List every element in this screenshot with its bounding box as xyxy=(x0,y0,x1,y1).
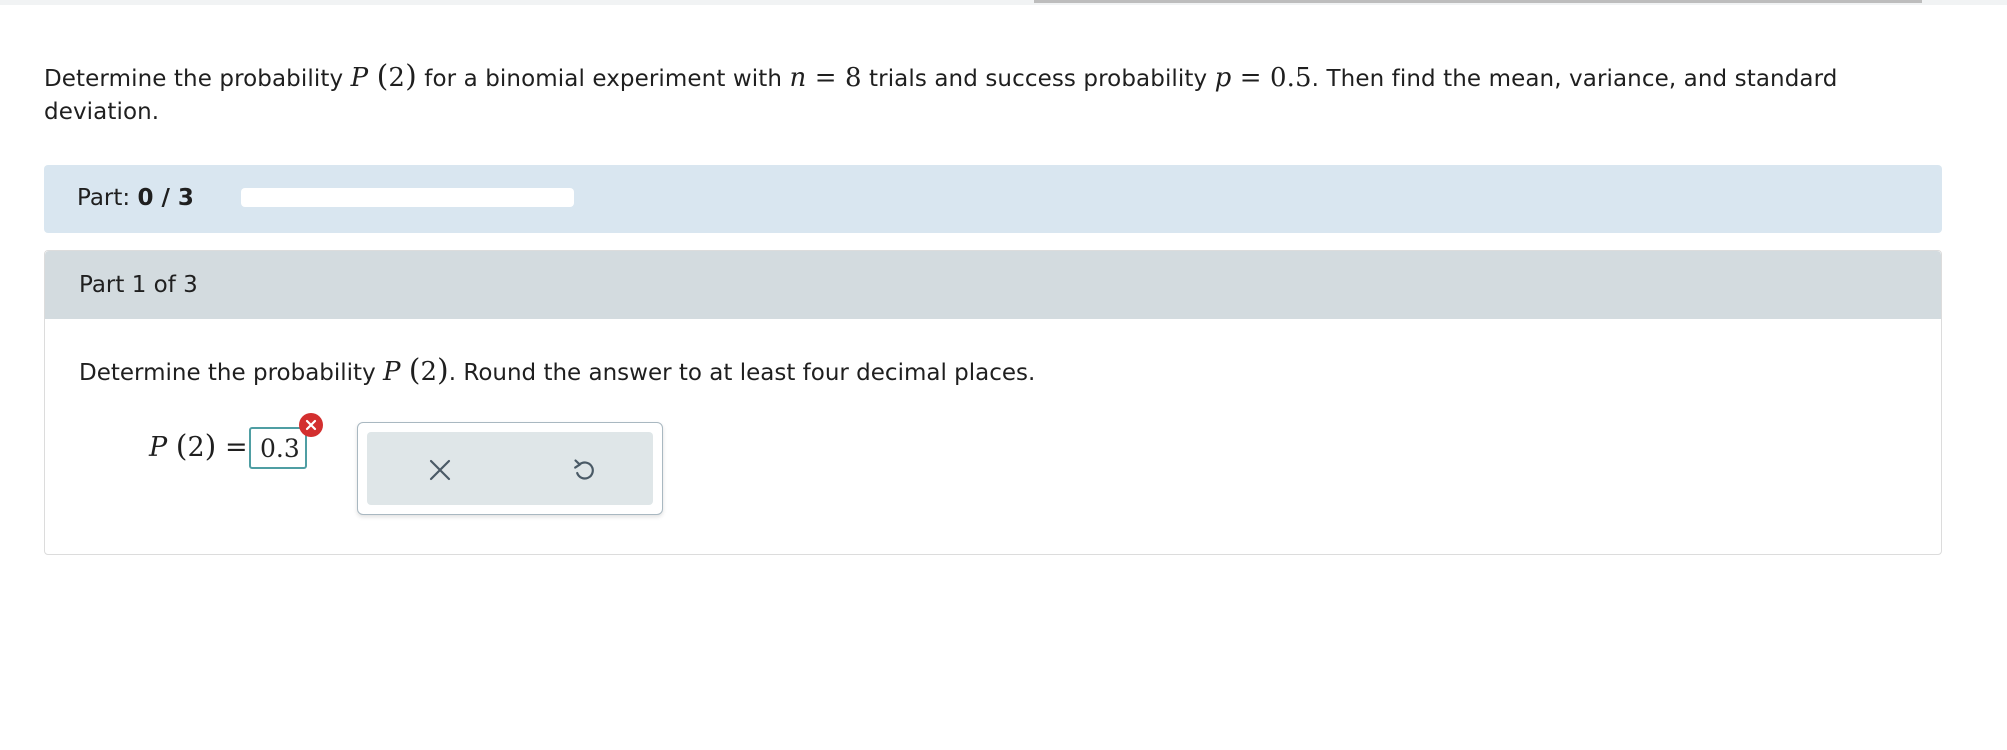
question-mid1: for a binomial experiment with xyxy=(416,66,790,92)
error-icon xyxy=(299,413,323,437)
question-mid2: trials and success probability xyxy=(861,66,1215,92)
part-card: Part 1 of 3 Determine the probability P … xyxy=(44,250,1942,555)
answer-label: P (2) = xyxy=(149,429,248,464)
part-header: Part 1 of 3 xyxy=(45,251,1941,319)
answer-tools-popup xyxy=(357,422,663,515)
progress-label: Part: 0 / 3 xyxy=(77,185,194,211)
progress-panel: Part: 0 / 3 xyxy=(44,165,1942,233)
undo-button[interactable] xyxy=(564,450,604,490)
top-scroll-track xyxy=(0,0,2007,5)
question-text: Determine the probability P (2) for a bi… xyxy=(44,60,1944,129)
part-instruction: Determine the probability P (2). Round t… xyxy=(79,353,1036,388)
question-p-expression: P (2) xyxy=(350,59,417,94)
answer-input[interactable]: 0.3 xyxy=(249,427,307,469)
undo-icon xyxy=(574,459,594,480)
question-n-expression: n = 8 xyxy=(789,63,862,93)
part-header-title: Part 1 of 3 xyxy=(79,272,198,298)
question-p-expression-2: p = 0.5 xyxy=(1214,63,1312,93)
close-icon xyxy=(429,459,451,481)
clear-answer-button[interactable] xyxy=(420,450,460,490)
top-scroll-thumb[interactable] xyxy=(1034,0,1922,3)
progress-bar xyxy=(241,188,574,207)
progress-value: 0 / 3 xyxy=(137,185,194,211)
question-prefix: Determine the probability xyxy=(44,66,351,92)
answer-tools-panel xyxy=(367,432,653,505)
